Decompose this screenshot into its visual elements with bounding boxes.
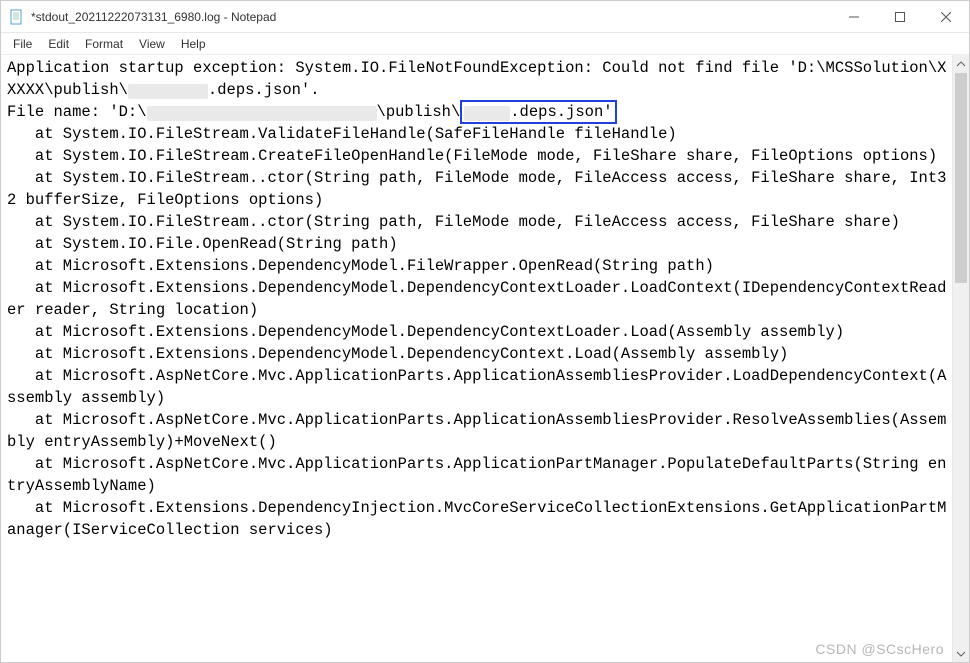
log-line: at Microsoft.AspNetCore.Mvc.ApplicationP… (7, 367, 946, 407)
text-area[interactable]: Application startup exception: System.IO… (1, 55, 952, 662)
log-line: at System.IO.File.OpenRead(String path) (7, 235, 398, 253)
close-button[interactable] (923, 1, 969, 32)
log-line: at Microsoft.AspNetCore.Mvc.ApplicationP… (7, 411, 946, 451)
maximize-button[interactable] (877, 1, 923, 32)
log-line: at Microsoft.Extensions.DependencyModel.… (7, 279, 946, 319)
log-line: at Microsoft.Extensions.DependencyInject… (7, 499, 946, 539)
log-line: .deps.json'. (208, 81, 320, 99)
log-line: at Microsoft.Extensions.DependencyModel.… (7, 323, 844, 341)
vertical-scrollbar[interactable] (952, 55, 969, 662)
window-title: *stdout_20211222073131_6980.log - Notepa… (31, 10, 831, 24)
highlight-box: .deps.json' (460, 100, 616, 124)
log-line: at Microsoft.Extensions.DependencyModel.… (7, 257, 714, 275)
scroll-thumb[interactable] (955, 73, 967, 283)
menu-help[interactable]: Help (173, 35, 214, 53)
redacted-path (464, 106, 510, 121)
log-line: \publish\ (377, 103, 461, 121)
window-controls (831, 1, 969, 32)
log-line: at System.IO.FileStream.ValidateFileHand… (7, 125, 677, 143)
log-line: at System.IO.FileStream..ctor(String pat… (7, 169, 946, 209)
menu-format[interactable]: Format (77, 35, 131, 53)
log-line: at Microsoft.AspNetCore.Mvc.ApplicationP… (7, 455, 946, 495)
notepad-icon (9, 9, 25, 25)
scroll-down-arrow[interactable] (953, 645, 969, 662)
scroll-up-arrow[interactable] (953, 55, 969, 72)
redacted-path (147, 106, 377, 121)
redacted-path (128, 84, 208, 99)
content-wrapper: Application startup exception: System.IO… (1, 55, 969, 662)
menu-edit[interactable]: Edit (40, 35, 77, 53)
menu-view[interactable]: View (131, 35, 173, 53)
log-line: at Microsoft.Extensions.DependencyModel.… (7, 345, 788, 363)
log-line: at System.IO.FileStream.CreateFileOpenHa… (7, 147, 937, 165)
notepad-window: *stdout_20211222073131_6980.log - Notepa… (0, 0, 970, 663)
menu-file[interactable]: File (5, 35, 40, 53)
minimize-button[interactable] (831, 1, 877, 32)
log-line: .deps.json' (510, 103, 612, 121)
log-line: File name: 'D:\ (7, 103, 147, 121)
log-line: at System.IO.FileStream..ctor(String pat… (7, 213, 900, 231)
menubar: File Edit Format View Help (1, 33, 969, 55)
titlebar[interactable]: *stdout_20211222073131_6980.log - Notepa… (1, 1, 969, 33)
